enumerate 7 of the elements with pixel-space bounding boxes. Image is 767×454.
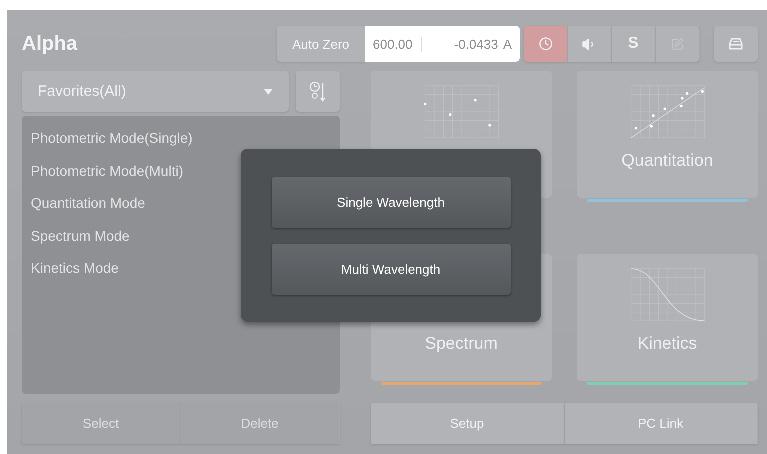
tile-label: Spectrum (425, 334, 498, 354)
tile-label: Quantitation (622, 151, 714, 171)
tile-label: Kinetics (638, 334, 698, 354)
absorbance-value: -0.0433 (454, 36, 498, 52)
unit-label: A (503, 36, 512, 52)
wavelength-value: 600.00 (373, 36, 422, 52)
app-title: Alpha (22, 32, 79, 56)
